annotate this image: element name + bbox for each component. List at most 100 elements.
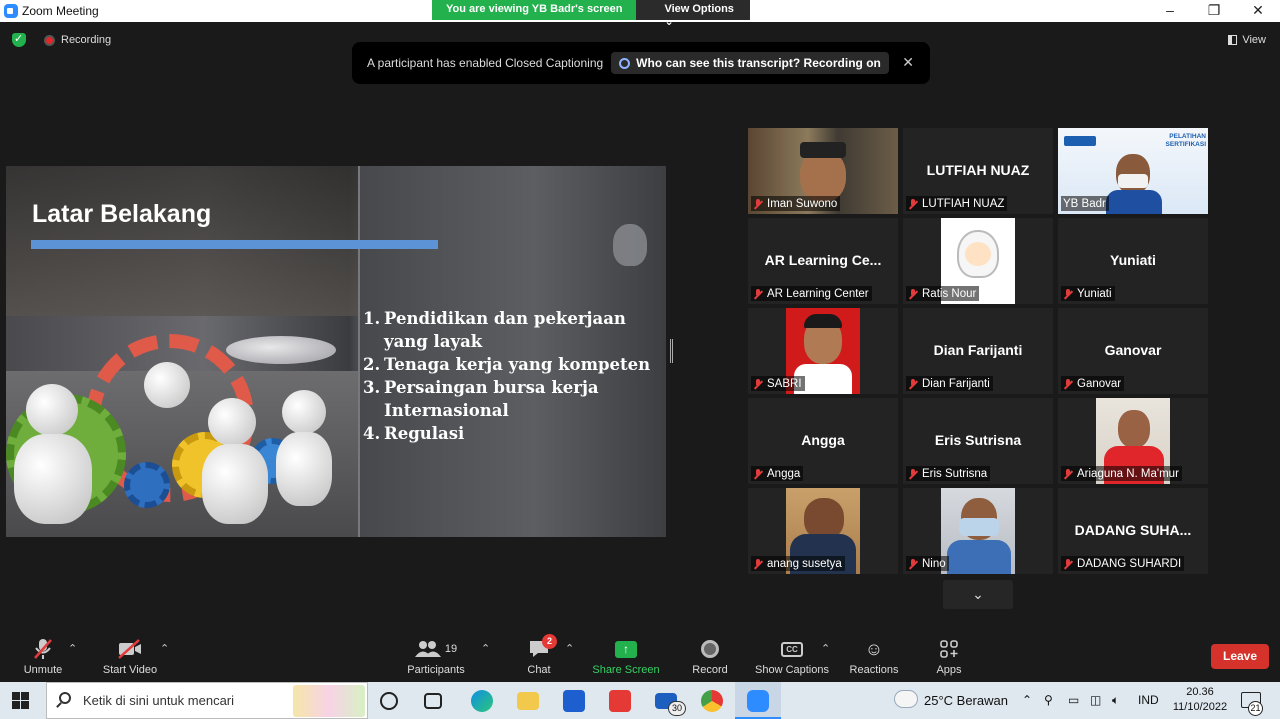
- muted-mic-icon: [753, 468, 763, 480]
- microsoft-store-icon[interactable]: [563, 690, 585, 712]
- video-options-caret-icon[interactable]: ⌃: [160, 642, 169, 655]
- slide-bullet-list: 1. Pendidikan dan pekerjaan yang layak 2.…: [363, 307, 650, 445]
- task-view-icon[interactable]: [424, 693, 442, 709]
- figure-head-image: [282, 390, 326, 434]
- transcript-visibility-button[interactable]: Who can see this transcript? Recording o…: [611, 52, 889, 74]
- window-title: Zoom Meeting: [22, 4, 99, 18]
- share-screen-label: Share Screen: [592, 664, 660, 676]
- participant-tile[interactable]: Dian Farijanti Dian Farijanti: [903, 308, 1053, 394]
- apps-label: Apps: [936, 664, 962, 676]
- participant-name-label: LUTFIAH NUAZ: [906, 196, 1008, 211]
- taskbar-search-input[interactable]: Ketik di sini untuk mencari: [46, 682, 368, 719]
- gallery-next-page-button[interactable]: ⌄: [943, 580, 1013, 609]
- face-mask-image: [1118, 174, 1148, 188]
- mail-unread-badge: 30: [668, 701, 686, 716]
- participant-big-name: Eris Sutrisna: [934, 432, 1022, 448]
- zoom-taskbar-button[interactable]: [735, 682, 781, 719]
- muted-mic-icon: [753, 378, 763, 390]
- cartoon-face-image: [965, 242, 991, 266]
- start-video-label: Start Video: [102, 664, 158, 676]
- muted-mic-icon: [753, 198, 763, 210]
- close-notice-icon[interactable]: ✕: [902, 54, 914, 71]
- file-explorer-icon[interactable]: [517, 692, 539, 710]
- input-language-indicator[interactable]: IND: [1138, 693, 1159, 707]
- participant-tile[interactable]: Ratis Nour: [903, 218, 1053, 304]
- participant-tile[interactable]: anang susetya: [748, 488, 898, 574]
- participant-tile[interactable]: Nino: [903, 488, 1053, 574]
- participant-shirt-image: [1106, 190, 1162, 214]
- chrome-browser-icon[interactable]: [701, 690, 723, 712]
- participant-cap-image: [800, 142, 846, 158]
- close-window-button[interactable]: ✕: [1236, 0, 1280, 22]
- gift-app-icon[interactable]: [609, 690, 631, 712]
- windows-start-icon[interactable]: [12, 692, 29, 709]
- participants-options-caret-icon[interactable]: ⌃: [481, 642, 490, 655]
- muted-mic-icon: [1063, 288, 1073, 300]
- participant-tile[interactable]: Angga Angga: [748, 398, 898, 484]
- show-hidden-icons-icon[interactable]: ⌃: [1022, 693, 1032, 707]
- minimize-button[interactable]: –: [1148, 0, 1192, 22]
- search-placeholder: Ketik di sini untuk mencari: [83, 693, 235, 708]
- leave-meeting-button[interactable]: Leave: [1211, 644, 1269, 669]
- slide-title-underline: [31, 240, 438, 249]
- slide-list-item: 3. Persaingan bursa kerja: [363, 378, 599, 397]
- chat-label: Chat: [527, 664, 551, 676]
- security-shield-icon[interactable]: [12, 32, 26, 47]
- device-icon[interactable]: ◫: [1090, 693, 1101, 707]
- network-icon[interactable]: ⚲: [1044, 693, 1053, 707]
- participant-tile[interactable]: SABRI: [748, 308, 898, 394]
- apps-icon: [904, 636, 994, 662]
- participant-tile[interactable]: Yuniati Yuniati: [1058, 218, 1208, 304]
- restore-button[interactable]: ❐: [1192, 0, 1236, 22]
- participant-name-label: AR Learning Center: [751, 286, 872, 301]
- muted-mic-icon: [753, 288, 763, 300]
- share-screen-button[interactable]: ↑ Share Screen: [581, 636, 671, 676]
- search-icon: [59, 692, 71, 704]
- clock-time: 20.36: [1186, 686, 1214, 698]
- participant-name-label: Ratis Nour: [906, 286, 980, 301]
- chat-options-caret-icon[interactable]: ⌃: [565, 642, 574, 655]
- edge-browser-icon[interactable]: [471, 690, 493, 712]
- record-button[interactable]: Record: [665, 636, 755, 676]
- zoom-window: Zoom Meeting – ❐ ✕ You are viewing YB Ba…: [0, 0, 1280, 719]
- cortana-icon[interactable]: [380, 692, 398, 710]
- recording-indicator[interactable]: Recording: [44, 34, 111, 46]
- screen-share-banner: You are viewing YB Badr's screen View Op…: [432, 0, 751, 28]
- participant-name-label: YB Badr: [1061, 196, 1109, 211]
- taskbar-clock[interactable]: 20.36 11/10/2022: [1170, 685, 1230, 715]
- chevron-down-icon: ⌄: [972, 586, 984, 602]
- participant-name-label: DADANG SUHARDI: [1061, 556, 1185, 571]
- participant-tile[interactable]: Ganovar Ganovar: [1058, 308, 1208, 394]
- figure-head-image: [26, 384, 78, 436]
- participants-icon: 19: [391, 636, 481, 662]
- participants-button[interactable]: 19 Participants: [391, 636, 481, 676]
- active-speaker-tile[interactable]: PELATIHAN SERTIFIKASI YB Badr: [1058, 128, 1208, 214]
- closed-caption-notice: A participant has enabled Closed Caption…: [352, 42, 930, 84]
- muted-mic-icon: [753, 558, 763, 570]
- participant-big-name: DADANG SUHA...: [1074, 522, 1192, 538]
- participant-tile[interactable]: LUTFIAH NUAZ LUTFIAH NUAZ: [903, 128, 1053, 214]
- figure-body-image: [202, 444, 268, 524]
- search-highlight-image: [293, 685, 365, 717]
- battery-icon[interactable]: ▭: [1068, 693, 1079, 707]
- volume-icon[interactable]: 🔈︎: [1112, 693, 1119, 708]
- audio-options-caret-icon[interactable]: ⌃: [68, 642, 77, 655]
- view-button[interactable]: View: [1228, 34, 1266, 46]
- muted-mic-icon: [1063, 558, 1073, 570]
- participant-hair-image: [804, 314, 842, 328]
- muted-mic-icon: [908, 198, 918, 210]
- split-view-handle[interactable]: [670, 339, 673, 363]
- participant-tile[interactable]: Iman Suwono: [748, 128, 898, 214]
- weather-label[interactable]: 25°C Berawan: [924, 693, 1008, 708]
- ar-logo-image: [1064, 136, 1096, 146]
- view-options-button[interactable]: View Options ⌄: [636, 0, 751, 28]
- participant-tile[interactable]: Eris Sutrisna Eris Sutrisna: [903, 398, 1053, 484]
- participant-tile[interactable]: DADANG SUHA... DADANG SUHARDI: [1058, 488, 1208, 574]
- apps-button[interactable]: Apps: [904, 636, 994, 676]
- muted-mic-icon: [908, 558, 918, 570]
- participant-tile[interactable]: Ariaguna N. Ma'mur: [1058, 398, 1208, 484]
- computer-mouse-image: [226, 336, 336, 364]
- slide-list-item: yang layak: [384, 332, 483, 351]
- participant-big-name: Ganovar: [1104, 342, 1162, 358]
- participant-tile[interactable]: AR Learning Ce... AR Learning Center: [748, 218, 898, 304]
